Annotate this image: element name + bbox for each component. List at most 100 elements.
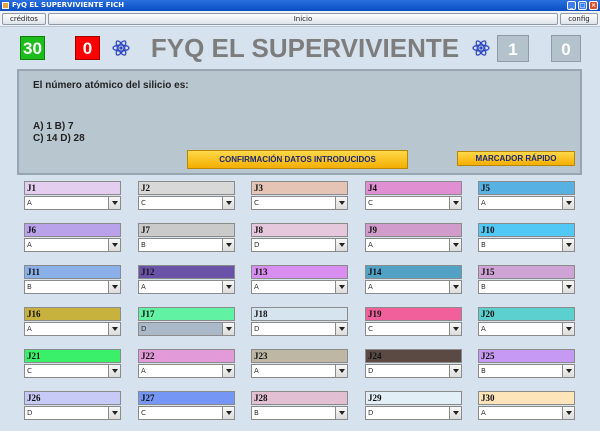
player-answer-dropdown[interactable]: D: [365, 406, 462, 420]
player-label: J3: [251, 181, 348, 195]
player-answer-value: C: [27, 367, 32, 375]
chevron-down-icon[interactable]: [222, 197, 234, 209]
chevron-down-icon[interactable]: [562, 323, 574, 335]
maximize-button[interactable]: □: [578, 1, 587, 10]
chevron-down-icon[interactable]: [562, 407, 574, 419]
player-answer-value: A: [141, 283, 146, 291]
player-answer-dropdown[interactable]: A: [24, 322, 121, 336]
player-answer-value: D: [368, 409, 374, 417]
player-answer-value: A: [254, 283, 259, 291]
player-answer-value: A: [141, 367, 146, 375]
player-answer-dropdown[interactable]: A: [365, 238, 462, 252]
player-answer-dropdown[interactable]: B: [251, 406, 348, 420]
player-answer-dropdown[interactable]: D: [138, 322, 235, 336]
player-answer-dropdown[interactable]: A: [251, 280, 348, 294]
player-label: J16: [24, 307, 121, 321]
player-label: J25: [478, 349, 575, 363]
chevron-down-icon[interactable]: [222, 407, 234, 419]
player-answer-value: C: [368, 325, 373, 333]
player-answer-value: B: [27, 283, 32, 291]
player-answer-dropdown[interactable]: C: [24, 364, 121, 378]
confirm-data-button[interactable]: CONFIRMACIÓN DATOS INTRODUCIDOS: [187, 150, 408, 169]
player-answer-dropdown[interactable]: A: [478, 196, 575, 210]
player-answer-value: B: [254, 409, 259, 417]
chevron-down-icon[interactable]: [108, 281, 120, 293]
chevron-down-icon[interactable]: [222, 323, 234, 335]
credits-button[interactable]: créditos: [2, 13, 46, 25]
chevron-down-icon[interactable]: [449, 197, 461, 209]
player-cell: J28 B: [251, 391, 348, 420]
player-label: J6: [24, 223, 121, 237]
chevron-down-icon[interactable]: [335, 323, 347, 335]
player-answer-dropdown[interactable]: D: [251, 322, 348, 336]
player-answer-dropdown[interactable]: A: [478, 406, 575, 420]
player-label: J1: [24, 181, 121, 195]
player-answer-dropdown[interactable]: A: [138, 280, 235, 294]
chevron-down-icon[interactable]: [335, 407, 347, 419]
player-answer-value: B: [481, 283, 486, 291]
quick-score-button[interactable]: MARCADOR RÁPIDO: [457, 151, 575, 166]
player-label: J13: [251, 265, 348, 279]
player-label: J27: [138, 391, 235, 405]
player-answer-dropdown[interactable]: D: [365, 364, 462, 378]
minimize-button[interactable]: _: [567, 1, 576, 10]
player-cell: J8 D: [251, 223, 348, 252]
question-panel: El número atómico del silicio es: A) 1 B…: [17, 69, 582, 175]
player-answer-dropdown[interactable]: C: [138, 196, 235, 210]
player-answer-value: C: [368, 199, 373, 207]
player-answer-dropdown[interactable]: A: [478, 322, 575, 336]
chevron-down-icon[interactable]: [108, 323, 120, 335]
player-answer-dropdown[interactable]: A: [138, 364, 235, 378]
player-answer-dropdown[interactable]: B: [24, 280, 121, 294]
player-label: J15: [478, 265, 575, 279]
chevron-down-icon[interactable]: [222, 365, 234, 377]
player-answer-dropdown[interactable]: C: [138, 406, 235, 420]
player-answer-dropdown[interactable]: C: [365, 322, 462, 336]
player-answer-dropdown[interactable]: A: [365, 280, 462, 294]
chevron-down-icon[interactable]: [222, 239, 234, 251]
chevron-down-icon[interactable]: [449, 281, 461, 293]
player-label: J9: [365, 223, 462, 237]
chevron-down-icon[interactable]: [449, 323, 461, 335]
chevron-down-icon[interactable]: [335, 281, 347, 293]
player-answer-dropdown[interactable]: B: [478, 364, 575, 378]
chevron-down-icon[interactable]: [562, 197, 574, 209]
chevron-down-icon[interactable]: [449, 407, 461, 419]
player-answer-dropdown[interactable]: B: [478, 238, 575, 252]
player-answer-dropdown[interactable]: B: [478, 280, 575, 294]
player-cell: J6 A: [24, 223, 121, 252]
player-label: J28: [251, 391, 348, 405]
chevron-down-icon[interactable]: [335, 365, 347, 377]
chevron-down-icon[interactable]: [108, 197, 120, 209]
chevron-down-icon[interactable]: [108, 407, 120, 419]
chevron-down-icon[interactable]: [108, 365, 120, 377]
chevron-down-icon[interactable]: [222, 281, 234, 293]
player-answer-dropdown[interactable]: A: [24, 238, 121, 252]
player-label: J4: [365, 181, 462, 195]
score-red: 0: [75, 36, 100, 60]
chevron-down-icon[interactable]: [449, 365, 461, 377]
chevron-down-icon[interactable]: [108, 239, 120, 251]
player-answer-dropdown[interactable]: C: [365, 196, 462, 210]
player-label: J29: [365, 391, 462, 405]
player-answer-dropdown[interactable]: A: [24, 196, 121, 210]
chevron-down-icon[interactable]: [562, 239, 574, 251]
player-answer-dropdown[interactable]: A: [251, 364, 348, 378]
player-answer-dropdown[interactable]: D: [24, 406, 121, 420]
player-answer-dropdown[interactable]: D: [251, 238, 348, 252]
config-button[interactable]: config: [560, 13, 598, 25]
home-button[interactable]: Inicio: [48, 13, 558, 25]
close-button[interactable]: ×: [589, 1, 598, 10]
chevron-down-icon[interactable]: [562, 365, 574, 377]
chevron-down-icon[interactable]: [335, 197, 347, 209]
player-cell: J30 A: [478, 391, 575, 420]
player-answer-value: A: [368, 283, 373, 291]
chevron-down-icon[interactable]: [449, 239, 461, 251]
player-answer-dropdown[interactable]: B: [138, 238, 235, 252]
player-cell: J29 D: [365, 391, 462, 420]
chevron-down-icon[interactable]: [335, 239, 347, 251]
chevron-down-icon[interactable]: [562, 281, 574, 293]
player-cell: J18 D: [251, 307, 348, 336]
player-cell: J24 D: [365, 349, 462, 378]
player-answer-dropdown[interactable]: C: [251, 196, 348, 210]
